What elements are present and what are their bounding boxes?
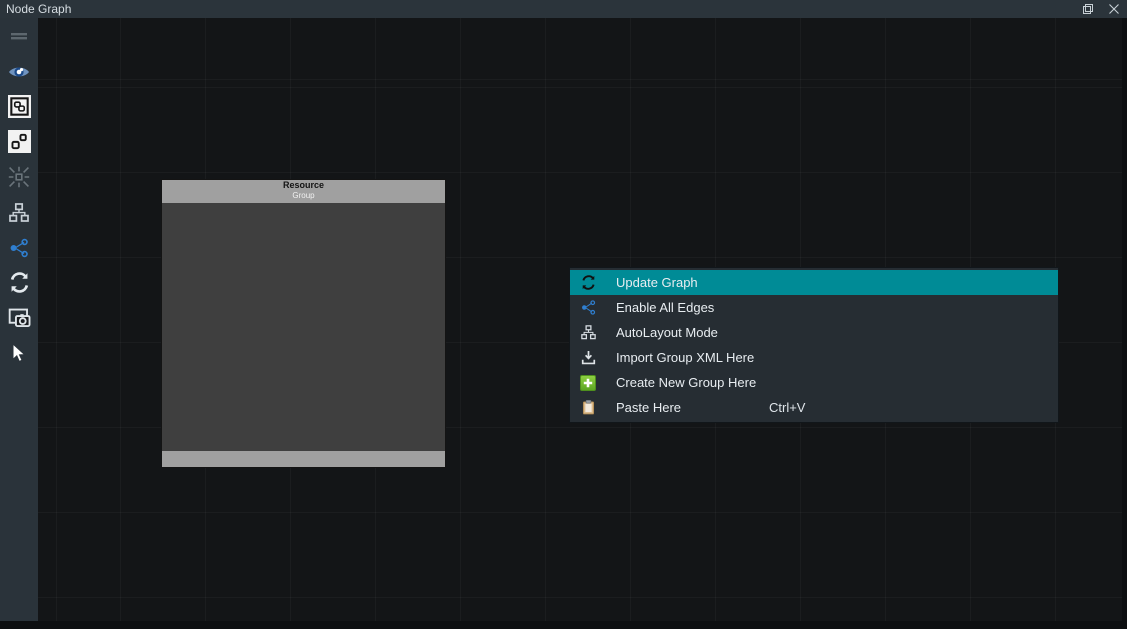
cursor-arrow-icon — [7, 341, 31, 365]
plus-square-icon — [574, 374, 602, 391]
canvas-right-edge — [1122, 18, 1127, 629]
sidebar-item-collapse[interactable] — [0, 159, 38, 194]
context-menu-item-update-graph[interactable]: Update Graph — [570, 270, 1058, 295]
group-node-header[interactable]: Resource Group — [162, 180, 445, 203]
collapse-icon — [7, 165, 31, 189]
context-menu-item-import-group-xml-here[interactable]: Import Group XML Here — [570, 345, 1058, 370]
restore-icon — [1083, 4, 1093, 14]
share-edges-icon — [7, 236, 31, 260]
canvas-bottom-edge — [0, 621, 1127, 629]
title-bar: Node Graph — [0, 0, 1127, 18]
context-menu-item-paste-here[interactable]: Paste Here Ctrl+V — [570, 395, 1058, 420]
duplicate-nodes-icon — [7, 95, 31, 118]
group-node-footer[interactable] — [162, 451, 445, 467]
nodes-icon — [7, 130, 31, 153]
hierarchy-icon — [574, 324, 602, 341]
restore-button[interactable] — [1075, 0, 1101, 18]
graph-canvas[interactable]: Resource Group Update Graph Enable All E… — [38, 18, 1122, 621]
window-title: Node Graph — [6, 2, 72, 16]
refresh-icon — [7, 271, 31, 295]
close-icon — [1109, 4, 1119, 14]
group-node-body[interactable] — [162, 203, 445, 451]
group-node-subtitle: Group — [292, 191, 315, 200]
context-menu-label: Create New Group Here — [616, 375, 757, 390]
context-menu-shortcut: Ctrl+V — [769, 400, 806, 415]
group-node-resource[interactable]: Resource Group — [161, 179, 446, 468]
sidebar-item-show-hide[interactable] — [0, 54, 38, 89]
sidebar-item-edges[interactable] — [0, 230, 38, 265]
close-button[interactable] — [1101, 0, 1127, 18]
context-menu-label: Import Group XML Here — [616, 350, 755, 365]
context-menu-label: Update Graph — [616, 275, 698, 290]
share-edges-icon — [574, 299, 602, 316]
context-menu[interactable]: Update Graph Enable All Edges AutoLayout… — [569, 267, 1059, 423]
sidebar-item-menu[interactable] — [0, 18, 38, 53]
context-menu-label: AutoLayout Mode — [616, 325, 718, 340]
refresh-icon — [574, 274, 602, 291]
import-icon — [574, 349, 602, 366]
sidebar-item-refresh[interactable] — [0, 265, 38, 300]
context-menu-item-create-new-group-here[interactable]: Create New Group Here — [570, 370, 1058, 395]
hamburger-menu-icon — [7, 24, 31, 48]
sidebar-item-screenshot[interactable] — [0, 300, 38, 335]
clipboard-icon — [574, 399, 602, 416]
sidebar-item-hierarchy[interactable] — [0, 195, 38, 230]
context-menu-item-autolayout-mode[interactable]: AutoLayout Mode — [570, 320, 1058, 345]
eye-icon — [7, 60, 31, 84]
tool-sidebar — [0, 18, 38, 621]
screenshot-camera-icon — [7, 306, 31, 330]
context-menu-label: Paste Here — [616, 400, 682, 415]
sidebar-item-duplicate[interactable] — [0, 89, 38, 124]
hierarchy-icon — [7, 201, 31, 225]
sidebar-item-nodes[interactable] — [0, 124, 38, 159]
context-menu-label: Enable All Edges — [616, 300, 715, 315]
sidebar-item-select[interactable] — [0, 335, 38, 370]
node-graph-window: Node Graph Resource Group Update Graph E… — [0, 0, 1127, 629]
context-menu-item-enable-all-edges[interactable]: Enable All Edges — [570, 295, 1058, 320]
